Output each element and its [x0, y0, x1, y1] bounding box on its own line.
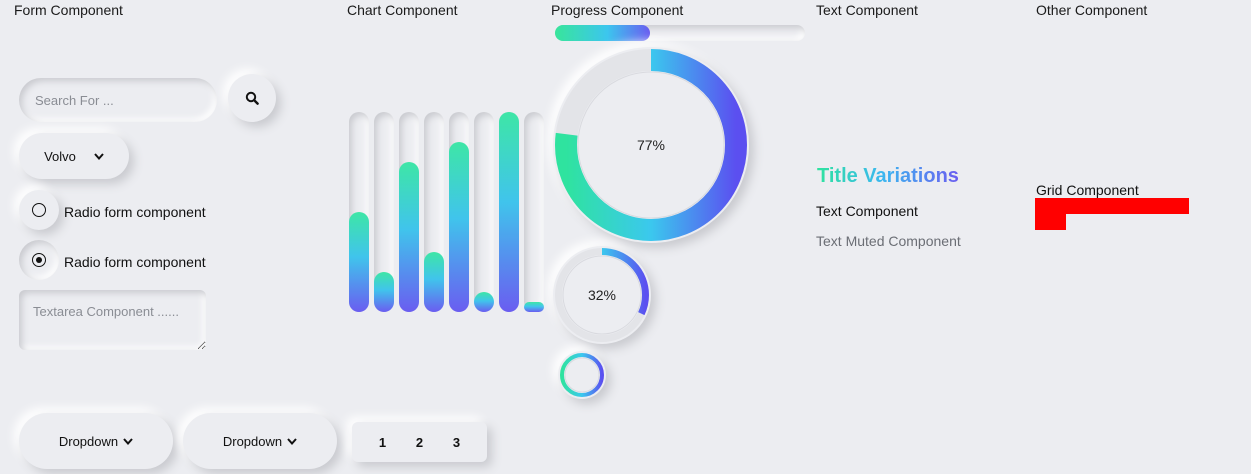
progress-ring-large: 77% [553, 47, 749, 243]
chart-bar-track [374, 112, 394, 312]
grid-block-wide [1035, 198, 1189, 214]
radio-label-1: Radio form component [64, 204, 206, 220]
search-input[interactable] [19, 78, 217, 122]
select-value: Volvo [44, 148, 76, 164]
page-2[interactable]: 2 [410, 431, 429, 454]
dropdown-label-1: Dropdown [58, 433, 119, 449]
car-select[interactable]: Volvo [19, 133, 129, 179]
chart-bar-track [449, 112, 469, 312]
dropdown-button-2[interactable]: Dropdown [183, 413, 337, 469]
title-variations: Title Variations [817, 165, 959, 187]
chevron-down-icon [94, 152, 104, 160]
page-3[interactable]: 3 [447, 431, 466, 454]
progress-ring-small [558, 351, 606, 399]
chart-bar-track [474, 112, 494, 312]
search-icon [245, 91, 259, 105]
chart-bar [374, 272, 394, 312]
progress-ring-small-graphic [560, 353, 604, 397]
chart-bar [399, 162, 419, 312]
pagination: 1 2 3 [352, 422, 487, 462]
progress-bar-fill [555, 25, 650, 41]
chart-bar [474, 292, 494, 312]
header-progress: Progress Component [551, 2, 684, 18]
chevron-down-icon [123, 437, 133, 445]
chart-bar [424, 252, 444, 312]
chart-bar [449, 142, 469, 312]
dropdown-button-1[interactable]: Dropdown [19, 413, 173, 469]
header-form: Form Component [14, 2, 123, 18]
radio-option-1[interactable] [19, 190, 59, 230]
progress-ring-large-label: 77% [636, 137, 666, 153]
progress-bar [555, 25, 805, 41]
radio-option-2[interactable] [19, 240, 59, 280]
dropdown-label-2: Dropdown [222, 433, 283, 449]
header-other: Other Component [1036, 2, 1148, 18]
chart-bar-track [524, 112, 544, 312]
header-chart: Chart Component [347, 2, 458, 18]
text-component: Text Component [816, 203, 918, 219]
textarea-field[interactable] [19, 290, 206, 350]
header-text: Text Component [816, 2, 918, 18]
chart-bar [349, 212, 369, 312]
progress-ring-medium: 32% [553, 246, 651, 344]
radio-unchecked-icon [32, 203, 46, 217]
chart-bar [524, 302, 544, 312]
text-muted-component: Text Muted Component [816, 233, 961, 249]
grid-block-narrow [1035, 214, 1066, 230]
chevron-down-icon [287, 437, 297, 445]
progress-ring-medium-label: 32% [587, 287, 617, 303]
search-button[interactable] [228, 74, 276, 122]
page-1[interactable]: 1 [373, 431, 392, 454]
chart-bar-track [399, 112, 419, 312]
grid-component-label: Grid Component [1036, 182, 1139, 198]
progress-ring-arc [560, 353, 604, 397]
chart-bar-track [424, 112, 444, 312]
chart-bar [499, 112, 519, 312]
chart-bar-track [349, 112, 369, 312]
radio-checked-icon [32, 253, 46, 267]
radio-label-2: Radio form component [64, 254, 206, 270]
chart-bar-track [499, 112, 519, 312]
